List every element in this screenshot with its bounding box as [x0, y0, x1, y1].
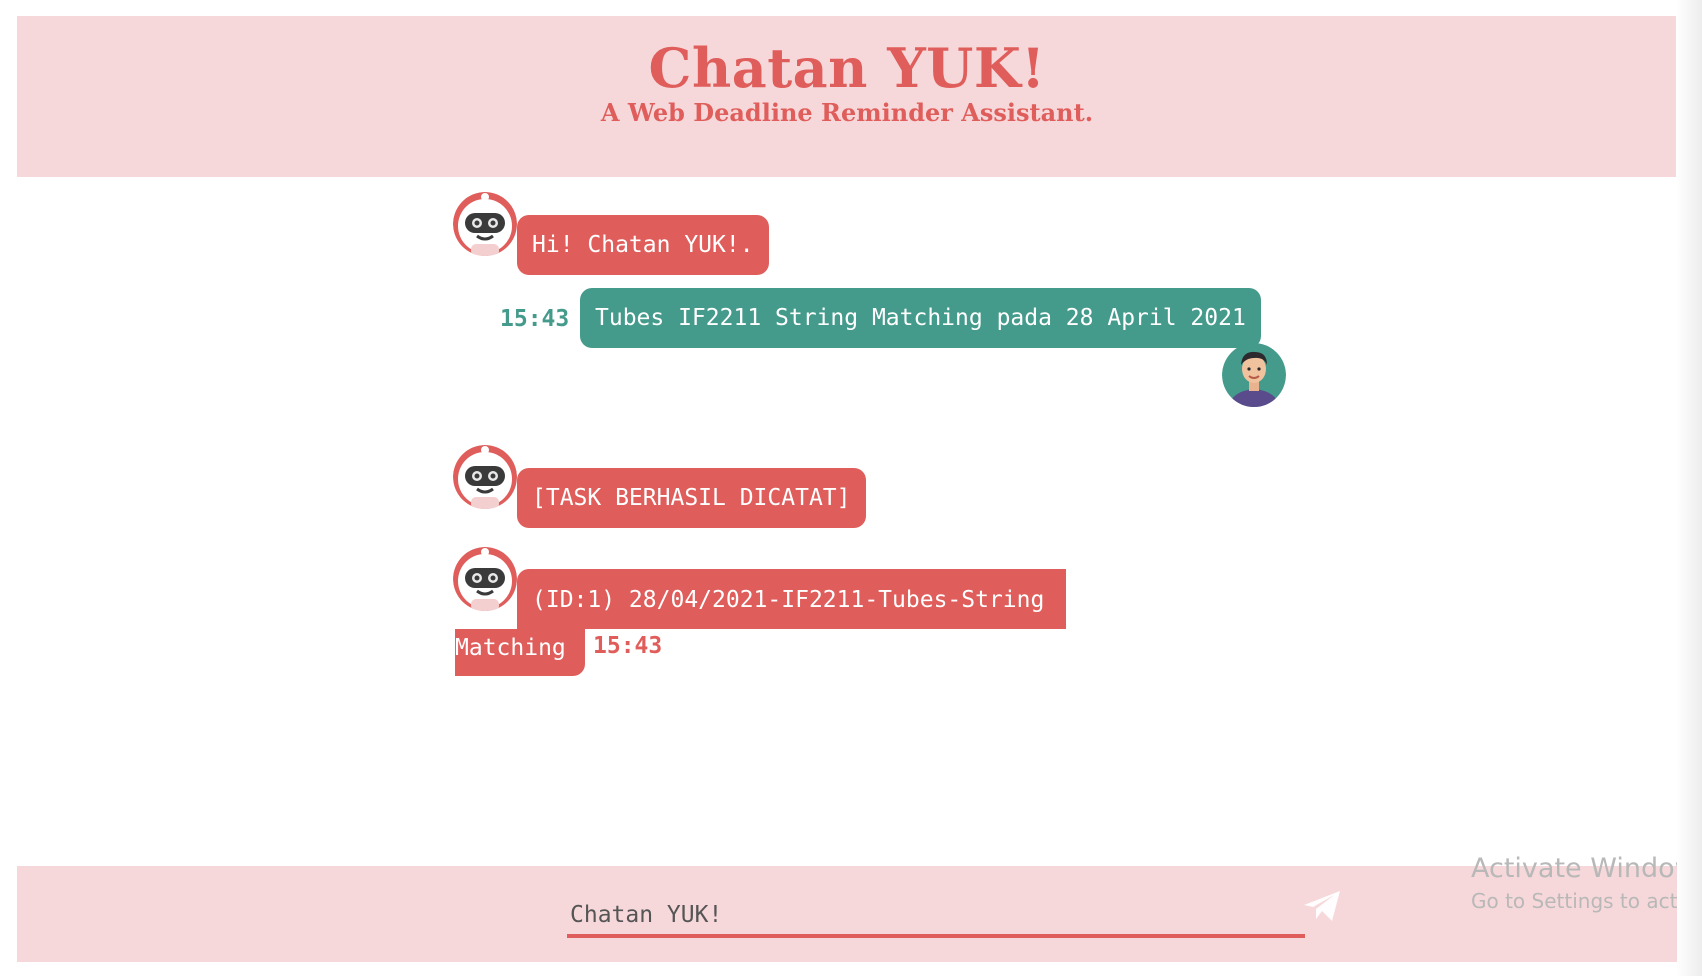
chat-input[interactable]: [567, 896, 1305, 938]
bot-message-bubble-line2: Matching: [455, 629, 585, 676]
window-edge-shadow: [1676, 0, 1702, 976]
message-timestamp: 15:43: [593, 633, 663, 659]
watermark-subtitle: Go to Settings to activate Windows.: [1471, 889, 1677, 913]
robot-avatar-icon: [453, 445, 517, 509]
paper-plane-icon: [1302, 890, 1342, 926]
chat-input-bar: [17, 866, 1677, 962]
chat-page: Chatan YUK! A Web Deadline Reminder Assi…: [0, 0, 1702, 976]
activate-windows-watermark: Activate Windows Go to Settings to activ…: [1471, 852, 1677, 932]
user-avatar-icon: [1222, 343, 1286, 407]
page-subtitle: A Web Deadline Reminder Assistant.: [600, 98, 1094, 127]
robot-avatar-icon: [453, 547, 517, 611]
user-message-bubble: Tubes IF2211 String Matching pada 28 Apr…: [580, 288, 1261, 348]
bot-message-bubble-line1: (ID:1) 28/04/2021-IF2211-Tubes-String: [517, 569, 1066, 629]
robot-avatar-icon: [453, 192, 517, 256]
message-timestamp: 15:43: [500, 306, 570, 332]
bot-message-bubble: Hi! Chatan YUK!.: [517, 215, 769, 275]
send-button[interactable]: [1301, 886, 1343, 928]
page-title: Chatan YUK!: [648, 36, 1046, 100]
header: Chatan YUK! A Web Deadline Reminder Assi…: [17, 16, 1677, 177]
watermark-title: Activate Windows: [1471, 853, 1677, 884]
bot-message-bubble: [TASK BERHASIL DICATAT]: [517, 468, 866, 528]
